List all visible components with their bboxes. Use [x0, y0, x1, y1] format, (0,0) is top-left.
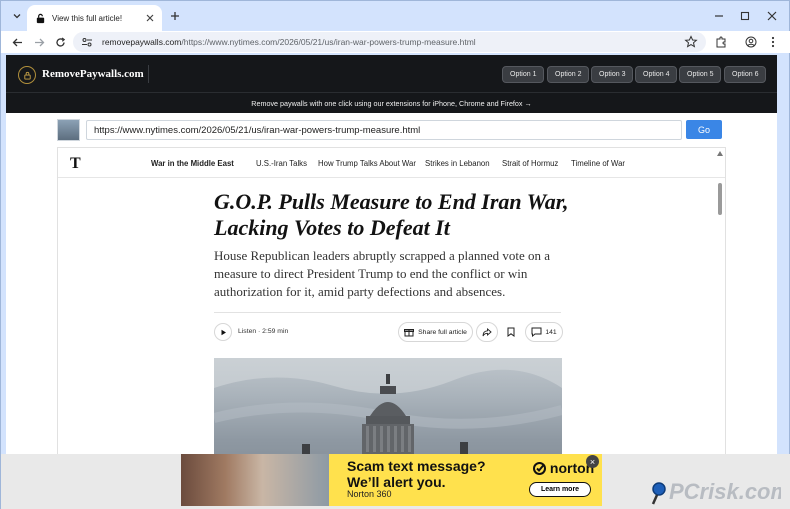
profile-icon[interactable] — [743, 34, 759, 50]
option-3-button[interactable]: Option 3 — [591, 66, 634, 83]
ad-close-icon[interactable]: × — [586, 455, 599, 468]
scroll-up-arrow-icon[interactable] — [717, 151, 723, 156]
browser-menu-icon[interactable] — [765, 34, 781, 50]
tab-strip: View this full article! — [1, 1, 790, 31]
ad-headline: Scam text message? We’ll alert you. — [347, 458, 486, 490]
play-icon[interactable] — [214, 323, 232, 341]
comment-icon — [531, 327, 542, 337]
address-bar[interactable]: removepaywalls.com/https://www.nytimes.c… — [73, 32, 706, 52]
maximize-icon[interactable] — [738, 9, 752, 23]
option-1-button[interactable]: Option 1 — [502, 66, 545, 83]
article-headline: G.O.P. Pulls Measure to End Iran War, La… — [214, 189, 569, 240]
bookmark-icon[interactable] — [500, 322, 522, 342]
option-2-button[interactable]: Option 2 — [547, 66, 590, 83]
share-full-article-button[interactable]: Share full article — [398, 322, 473, 342]
lock-logo-icon[interactable] — [18, 66, 36, 84]
minimize-icon[interactable] — [712, 9, 726, 23]
norton-advertisement[interactable]: Scam text message? We’ll alert you. Nort… — [181, 454, 602, 506]
tab-close-icon[interactable] — [143, 11, 157, 25]
article-summary: House Republican leaders abruptly scrapp… — [214, 248, 551, 299]
ad-headline-line-2: We’ll alert you. — [347, 474, 446, 490]
extensions-banner[interactable]: Remove paywalls with one click using our… — [6, 93, 777, 113]
browser-toolbar: removepaywalls.com/https://www.nytimes.c… — [1, 31, 790, 53]
url-path: /https://www.nytimes.com/2026/05/21/us/i… — [181, 37, 476, 47]
share-icon[interactable] — [476, 322, 498, 342]
extensions-puzzle-icon[interactable] — [713, 34, 729, 50]
option-6-button[interactable]: Option 6 — [724, 66, 767, 83]
nav-item-strikes-lebanon[interactable]: Strikes in Lebanon — [425, 159, 490, 168]
bookmark-star-icon[interactable] — [684, 35, 698, 49]
site-info-icon[interactable] — [81, 36, 93, 48]
listen-duration[interactable]: Listen · 2:59 min — [238, 328, 288, 335]
ad-product: Norton 360 — [347, 489, 392, 499]
nav-item-timeline-war[interactable]: Timeline of War — [571, 159, 625, 168]
ad-photo — [181, 454, 329, 506]
address-url: removepaywalls.com/https://www.nytimes.c… — [102, 37, 476, 47]
article-divider — [214, 312, 561, 313]
ad-headline-line-1: Scam text message? — [347, 458, 486, 474]
comments-button[interactable]: 141 — [525, 322, 563, 342]
learn-more-button[interactable]: Learn more — [529, 482, 591, 497]
header-divider — [148, 65, 149, 83]
article-scrollbar[interactable] — [715, 147, 725, 506]
nav-item-strait-hormuz[interactable]: Strait of Hormuz — [502, 159, 558, 168]
share-label: Share full article — [418, 328, 467, 336]
site-header: RemovePaywalls.com Option 1 Option 2 Opt… — [6, 55, 777, 93]
pcrisk-watermark: PCrisk.com — [651, 473, 790, 507]
new-tab-plus-icon[interactable] — [167, 8, 183, 24]
article-url-input[interactable]: https://www.nytimes.com/2026/05/21/us/ir… — [86, 120, 682, 140]
option-5-button[interactable]: Option 5 — [679, 66, 722, 83]
tab-search-icon[interactable] — [8, 7, 26, 25]
norton-check-icon — [533, 462, 546, 475]
nav-item-trump-talks-war[interactable]: How Trump Talks About War — [318, 159, 416, 168]
lock-favicon-icon — [36, 13, 45, 23]
tab-title: View this full article! — [52, 13, 123, 23]
option-4-button[interactable]: Option 4 — [635, 66, 678, 83]
page-viewport: RemovePaywalls.com Option 1 Option 2 Opt… — [6, 55, 777, 506]
close-window-icon[interactable] — [765, 9, 779, 23]
scroll-thumb[interactable] — [718, 183, 722, 215]
nav-item-us-iran-talks[interactable]: U.S.-Iran Talks — [256, 159, 307, 168]
nyt-logo[interactable]: T — [70, 155, 81, 173]
back-arrow-icon[interactable] — [9, 34, 25, 50]
url-form: https://www.nytimes.com/2026/05/21/us/ir… — [6, 113, 777, 143]
active-tab[interactable]: View this full article! — [27, 5, 162, 31]
browser-window: View this full article! removepaywalls.c… — [0, 0, 790, 509]
go-button[interactable]: Go — [686, 120, 722, 139]
forward-arrow-icon[interactable] — [31, 34, 47, 50]
url-domain: removepaywalls.com — [102, 37, 182, 47]
watermark-text: PCrisk.com — [669, 479, 781, 504]
comment-count: 141 — [545, 328, 557, 336]
reload-icon[interactable] — [52, 34, 68, 50]
gift-icon — [404, 329, 415, 337]
norton-logo: norton — [533, 460, 594, 476]
article-frame: T War in the Middle East U.S.-Iran Talks… — [57, 147, 726, 506]
article-thumbnail — [57, 119, 80, 141]
site-logo-text[interactable]: RemovePaywalls.com — [42, 68, 144, 80]
nav-item-war-middle-east[interactable]: War in the Middle East — [151, 159, 234, 168]
article-nav: T War in the Middle East U.S.-Iran Talks… — [58, 148, 725, 178]
